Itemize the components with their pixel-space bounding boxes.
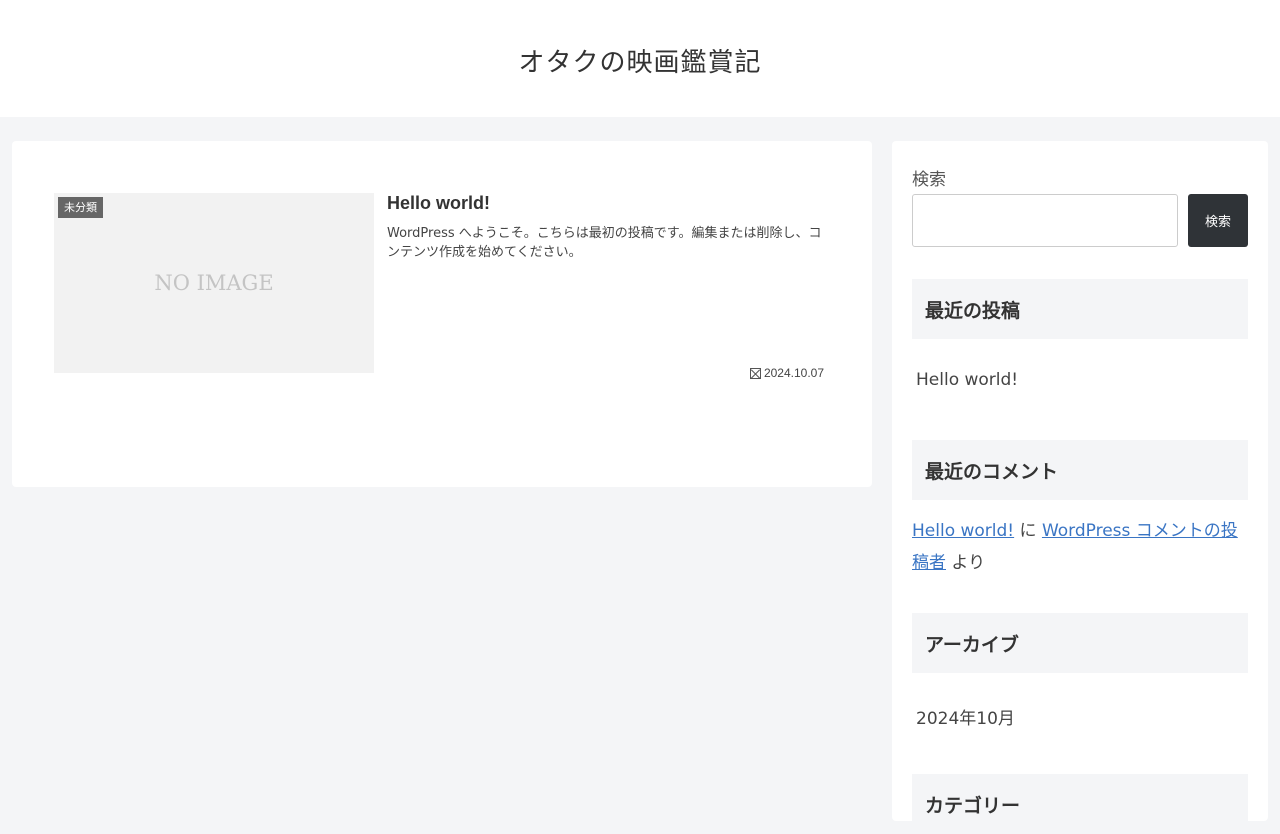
archive-heading: アーカイブ <box>912 613 1248 673</box>
category-heading: カテゴリー <box>912 774 1248 834</box>
search-button[interactable]: 検索 <box>1188 194 1248 247</box>
no-image-placeholder: NO IMAGE <box>154 271 274 295</box>
recent-comments-heading: 最近のコメント <box>912 440 1248 500</box>
search-label: 検索 <box>912 170 946 190</box>
category-title: カテゴリー <box>925 795 1021 817</box>
recent-posts-title: 最近の投稿 <box>925 300 1021 322</box>
recent-comments-title: 最近のコメント <box>925 461 1059 483</box>
post-title[interactable]: Hello world! <box>387 193 827 214</box>
comment-post-link[interactable]: Hello world! <box>912 521 1014 541</box>
post-date: 2024.10.07 <box>749 366 824 380</box>
archive-title: アーカイブ <box>925 634 1019 656</box>
comment-sep: に <box>1014 521 1042 541</box>
recent-comment-item: Hello world! に WordPress コメントの投稿者 より <box>912 515 1252 579</box>
sidebar: 検索 検索 最近の投稿 Hello world! 最近のコメント Hello w… <box>892 141 1268 834</box>
post-date-text: 2024.10.07 <box>763 366 824 380</box>
comment-suffix: より <box>946 553 986 573</box>
post-card[interactable]: NO IMAGE 未分類 Hello world! WordPress へようこ… <box>54 193 824 383</box>
search-input[interactable] <box>912 194 1178 247</box>
recent-posts-heading: 最近の投稿 <box>912 279 1248 339</box>
archive-item[interactable]: 2024年10月 <box>916 704 1015 729</box>
recent-post-item[interactable]: Hello world! <box>916 370 1018 390</box>
main-content: NO IMAGE 未分類 Hello world! WordPress へようこ… <box>12 141 872 487</box>
category-badge: 未分類 <box>58 197 103 218</box>
site-title[interactable]: オタクの映画鑑賞記 <box>0 42 1280 79</box>
site-header: オタクの映画鑑賞記 <box>0 0 1280 117</box>
post-thumbnail[interactable]: NO IMAGE 未分類 <box>54 193 374 373</box>
clock-icon <box>749 367 761 379</box>
post-snippet: WordPress へようこそ。こちらは最初の投稿です。編集または削除し、コンテ… <box>387 226 822 260</box>
